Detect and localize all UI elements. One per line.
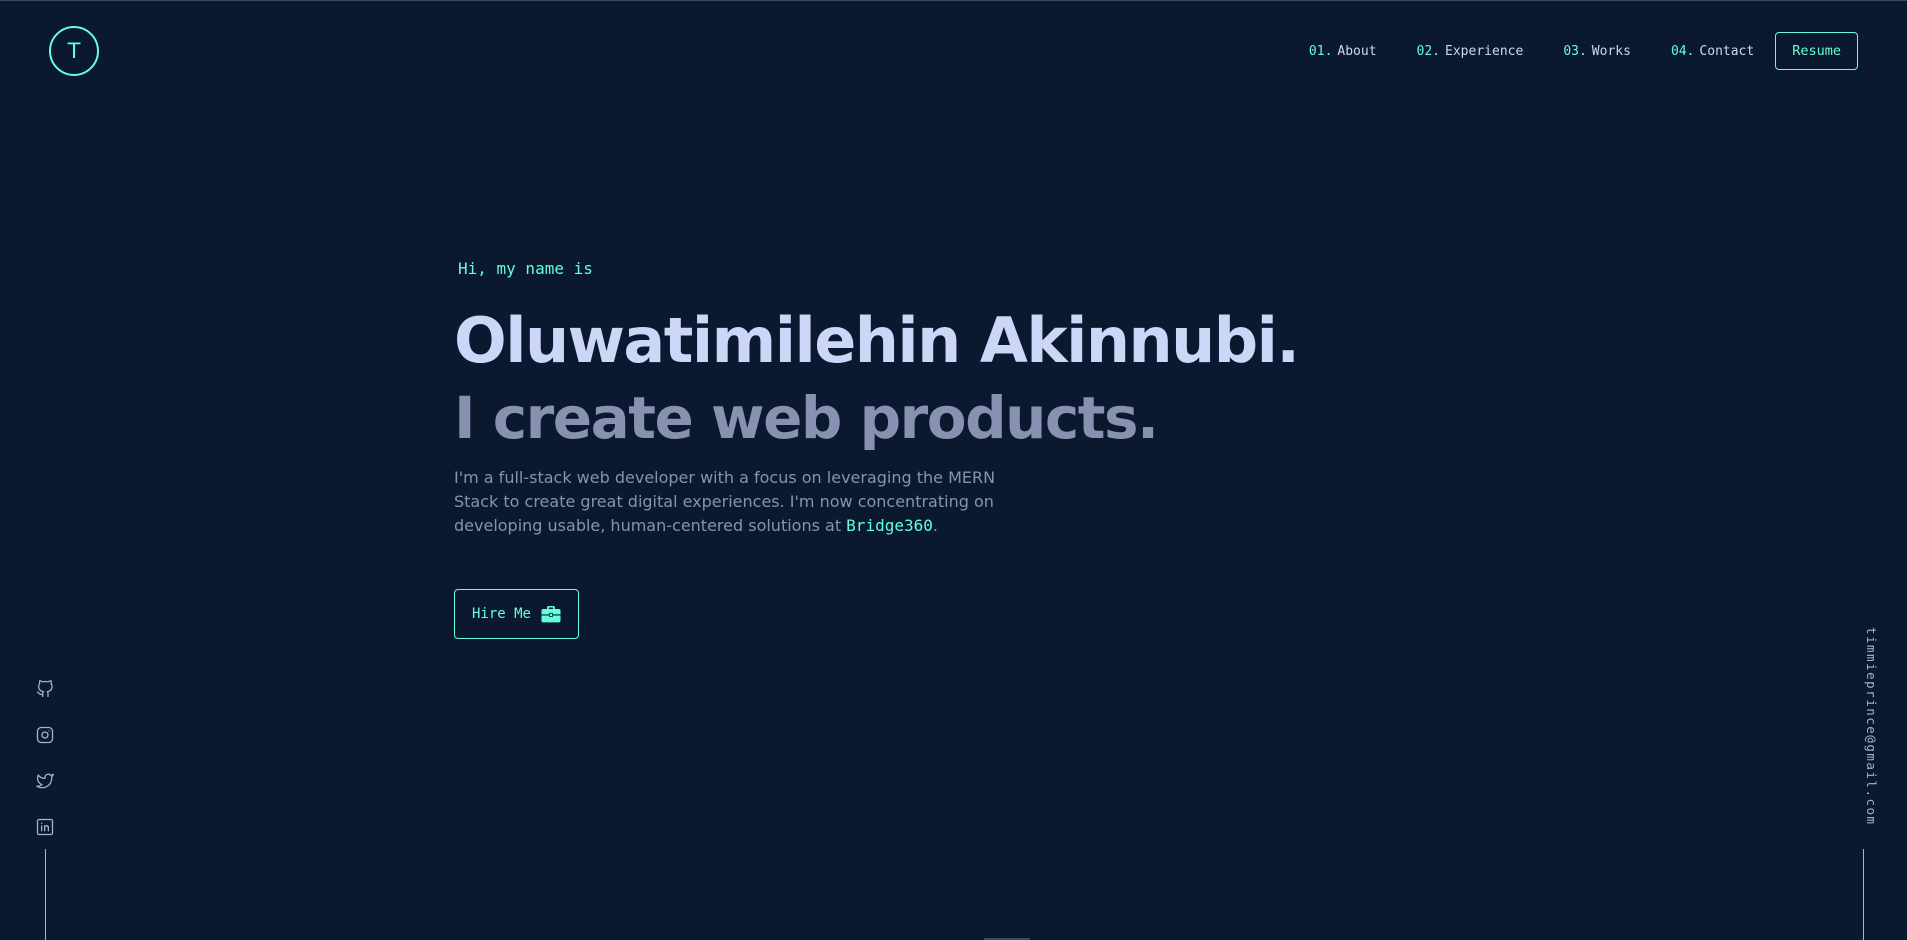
nav-label: Works: [1591, 43, 1631, 59]
nav-label: Experience: [1445, 43, 1524, 59]
instagram-link[interactable]: [35, 725, 55, 745]
email-link[interactable]: timmieprince@gmail.com: [1864, 627, 1879, 826]
nav-item-contact[interactable]: 04. Contact: [1671, 44, 1754, 59]
resume-button[interactable]: Resume: [1775, 32, 1858, 70]
nav-number: 02.: [1416, 43, 1441, 59]
nav-number: 04.: [1670, 43, 1695, 59]
nav-label: Contact: [1699, 43, 1755, 59]
linkedin-icon: [36, 818, 54, 836]
hero-tagline: I create web products.: [454, 384, 1159, 452]
nav-item-experience[interactable]: 02. Experience: [1417, 44, 1524, 59]
twitter-icon: [36, 772, 54, 790]
hero-description-end: .: [932, 516, 938, 535]
hero-description: I'm a full-stack web developer with a fo…: [454, 466, 1014, 538]
social-links: [35, 679, 55, 863]
logo[interactable]: T: [49, 26, 99, 76]
nav-item-about[interactable]: 01. About: [1309, 44, 1377, 59]
left-divider-line: [45, 849, 46, 940]
hero-name: Oluwatimilehin Akinnubi.: [454, 304, 1300, 377]
nav-number: 01.: [1308, 43, 1333, 59]
github-icon: [36, 680, 54, 698]
instagram-icon: [36, 726, 54, 744]
hire-me-label: Hire Me: [471, 606, 531, 622]
logo-letter: T: [67, 39, 81, 63]
hire-me-button[interactable]: Hire Me: [454, 589, 579, 639]
hero-intro: Hi, my name is: [458, 259, 593, 278]
briefcase-icon: [541, 605, 561, 623]
nav-item-works[interactable]: 03. Works: [1563, 44, 1631, 59]
nav-number: 03.: [1563, 43, 1587, 59]
right-divider-line: [1863, 849, 1864, 940]
bridge360-link[interactable]: Bridge360: [846, 516, 933, 535]
github-link[interactable]: [35, 679, 55, 699]
nav-label: About: [1337, 43, 1377, 59]
linkedin-link[interactable]: [35, 817, 55, 837]
twitter-link[interactable]: [35, 771, 55, 791]
main-nav: 01. About 02. Experience 03. Works 04. Conta…: [1309, 31, 1858, 71]
hero-section: Hi, my name is Oluwatimilehin Akinnubi. …: [454, 259, 1300, 639]
